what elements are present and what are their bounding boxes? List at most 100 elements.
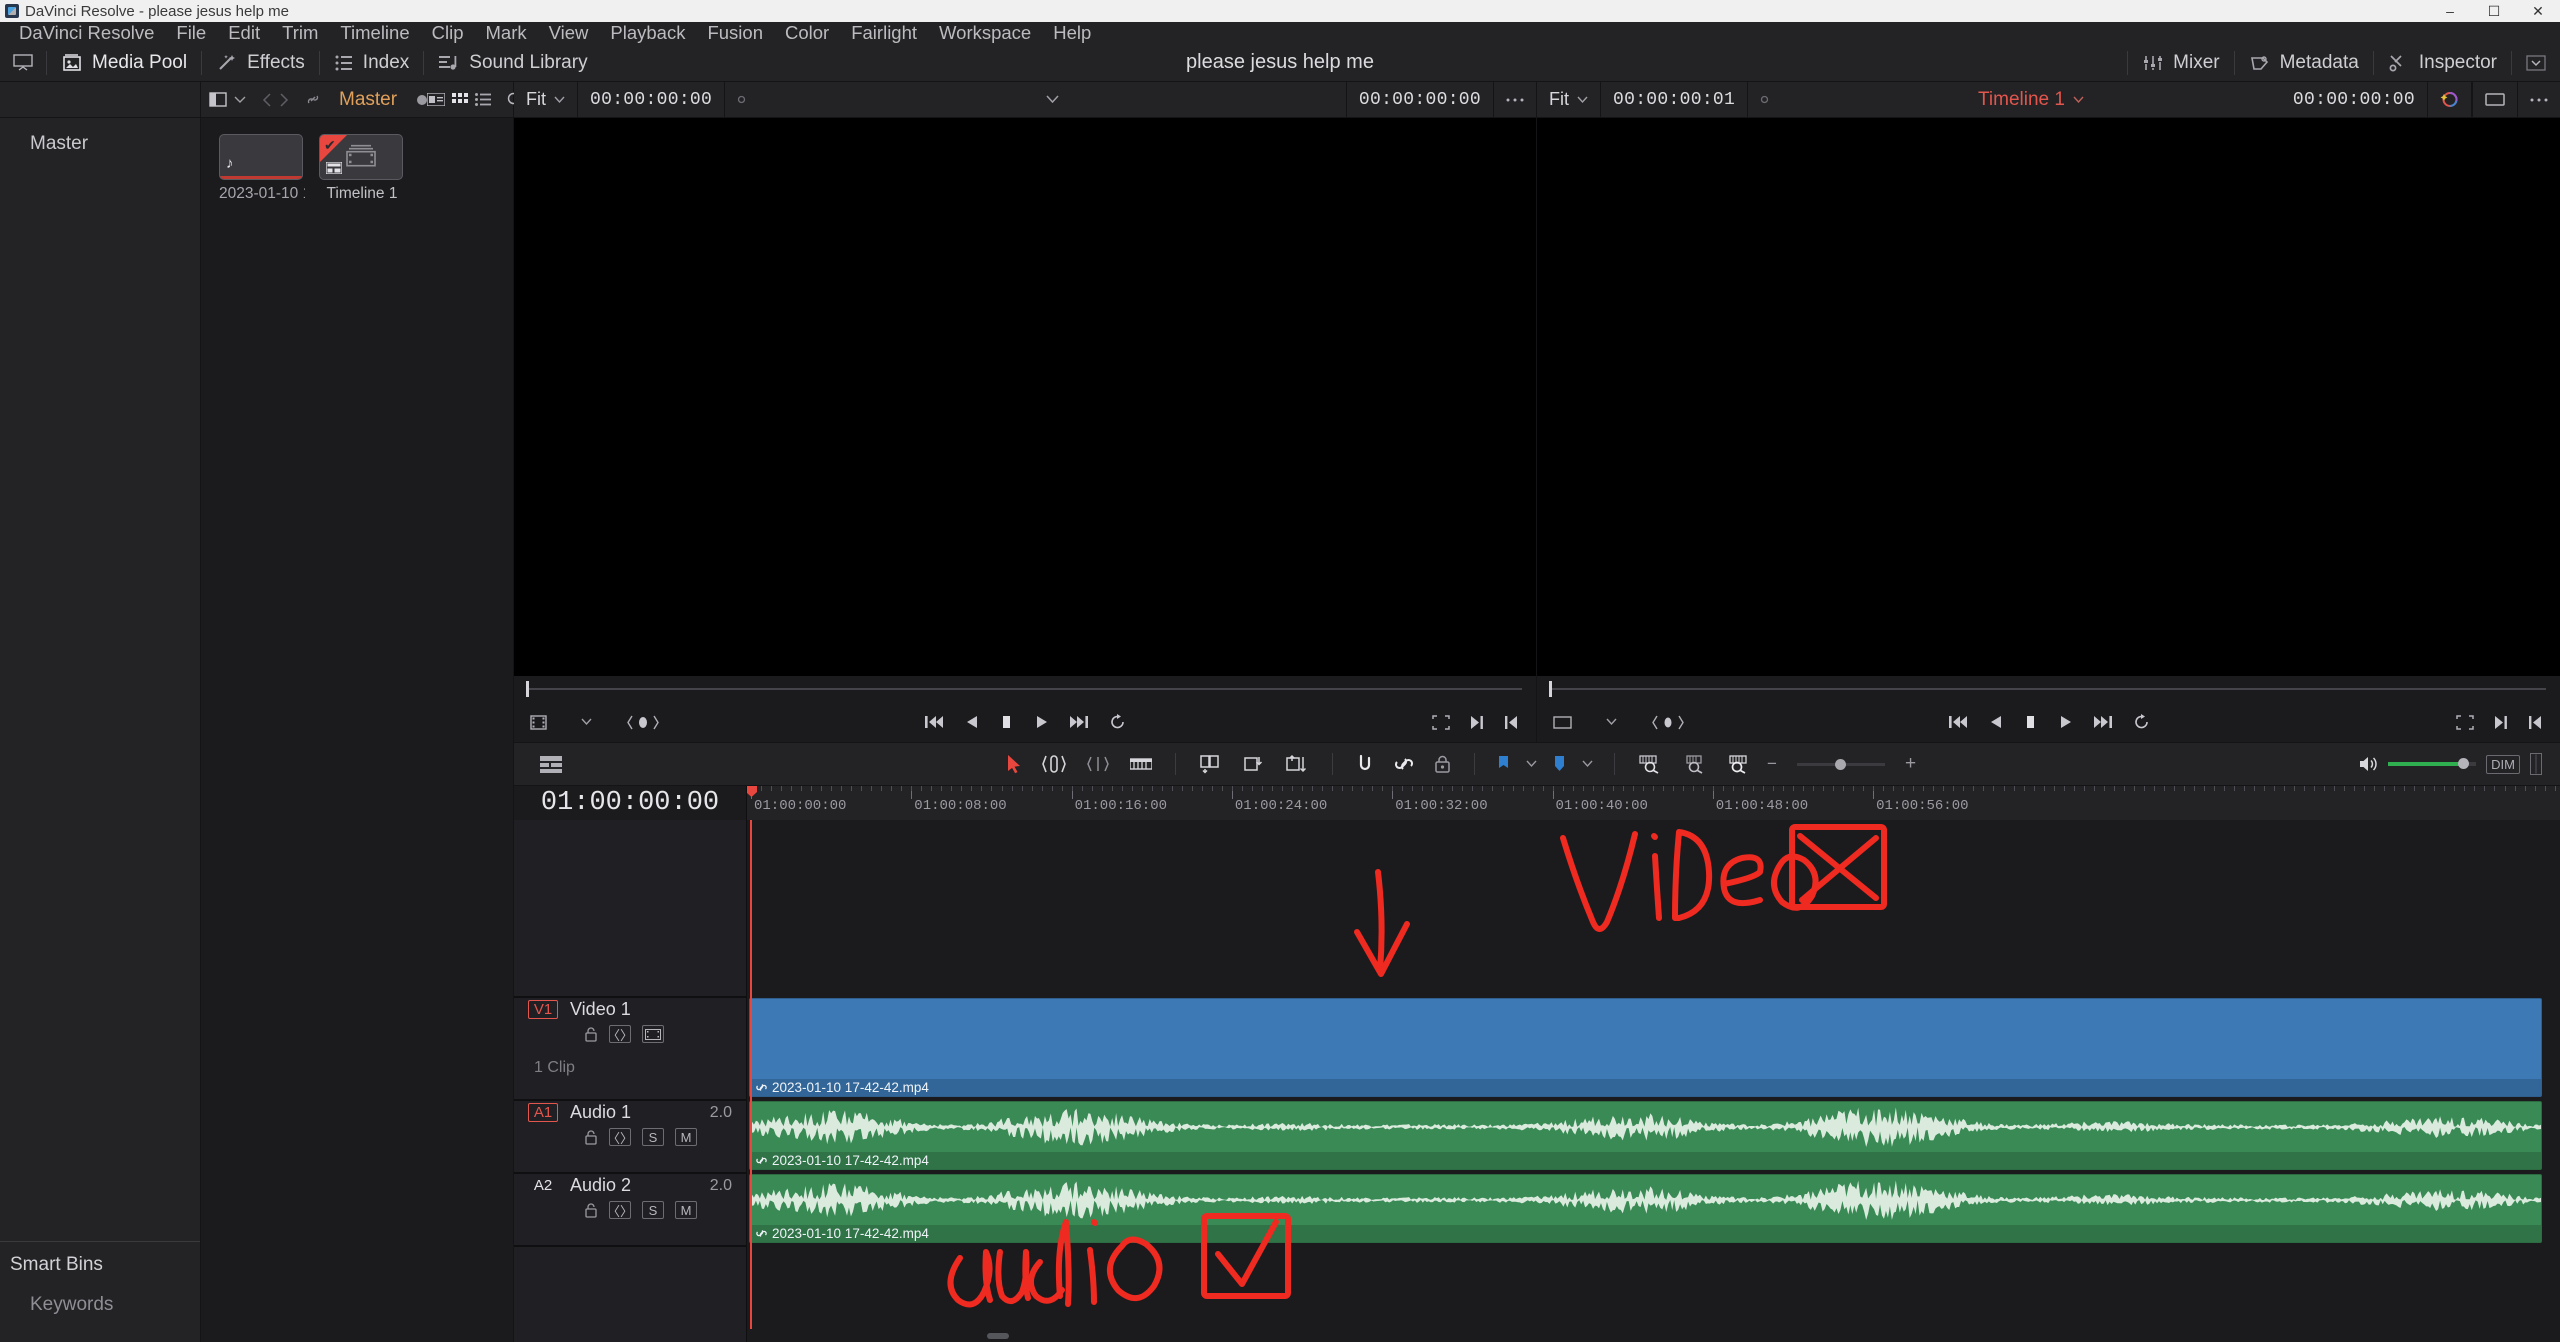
source-clip-dropdown[interactable] (1034, 82, 1071, 117)
source-timecode-out[interactable]: 00:00:00:00 (1345, 82, 1494, 117)
timeline-horizontal-scrollbar[interactable] (747, 1329, 2560, 1342)
dim-button[interactable]: DIM (2486, 754, 2520, 774)
sidebar-toggle-icon[interactable] (209, 92, 227, 107)
timeline-selector[interactable]: Timeline 1 (1966, 82, 2096, 117)
replace-clip-icon[interactable] (1278, 754, 1316, 774)
menu-item-fairlight[interactable]: Fairlight (840, 22, 928, 44)
panel-toggle-metadata[interactable]: Metadata (2235, 44, 2373, 81)
close-button[interactable]: ✕ (2516, 0, 2560, 22)
timeline-playhead[interactable] (750, 820, 752, 1342)
ruler-playhead-handle[interactable] (747, 786, 757, 797)
lock-icon[interactable] (584, 1026, 598, 1042)
track-a2-enable-badge[interactable]: A2 (528, 1176, 558, 1195)
chevron-down-icon[interactable] (1577, 760, 1598, 768)
track-a2-name[interactable]: Audio 2 (570, 1175, 631, 1196)
back-arrow-icon[interactable] (262, 92, 272, 107)
loop-icon[interactable] (1109, 714, 1126, 730)
minimize-button[interactable]: – (2428, 0, 2472, 22)
audio-volume-slider[interactable] (2388, 758, 2477, 769)
source-scrubber[interactable] (514, 676, 1536, 702)
source-fit-dropdown[interactable]: Fit (514, 82, 577, 117)
stop-icon[interactable] (999, 714, 1014, 730)
maximize-button[interactable]: ☐ (2472, 0, 2516, 22)
solo-button[interactable]: S (642, 1128, 664, 1146)
mute-button[interactable]: M (675, 1128, 697, 1146)
timeline-fit-dropdown[interactable]: Fit (1537, 82, 1600, 117)
menu-item-view[interactable]: View (538, 22, 600, 44)
timeline-viewer-more-button[interactable] (2518, 82, 2560, 117)
menu-item-help[interactable]: Help (1042, 22, 1102, 44)
menu-item-resolve[interactable]: DaVinci Resolve (8, 22, 165, 44)
menu-item-clip[interactable]: Clip (421, 22, 475, 44)
track-header-v1[interactable]: V1 Video 1 〈〉 1 Clip (514, 998, 746, 1101)
chevron-down-icon[interactable] (234, 96, 246, 104)
panel-toggle-mixer[interactable]: Mixer (2128, 44, 2233, 81)
timeline-current-timecode[interactable]: 01:00:00:00 (514, 786, 747, 820)
track-a1-name[interactable]: Audio 1 (570, 1102, 631, 1123)
track-header-a1[interactable]: A1 Audio 1 2.0 〈〉 S M (514, 1101, 746, 1174)
step-backward-icon[interactable] (964, 714, 979, 730)
source-timecode-in[interactable]: 00:00:00:00 (577, 82, 726, 117)
track-v1-enable-badge[interactable]: V1 (528, 1000, 558, 1019)
source-more-button[interactable] (1494, 82, 1536, 117)
track-a1-enable-badge[interactable]: A1 (528, 1103, 558, 1122)
panel-toggle-effects[interactable]: Effects (202, 44, 319, 81)
speaker-icon[interactable] (2358, 755, 2378, 773)
step-backward-icon[interactable] (1988, 714, 2003, 730)
jump-to-start-icon[interactable] (924, 714, 944, 730)
stop-icon[interactable] (2023, 714, 2038, 730)
timeline-viewer-canvas[interactable] (1537, 118, 2560, 676)
timeline-scrubber[interactable] (1537, 676, 2560, 702)
timeline-clip-audio1[interactable]: 2023-01-10 17-42-42.mp4 (749, 1101, 2542, 1170)
ui-layout-icon[interactable] (12, 53, 34, 73)
zoom-to-fit-icon[interactable] (1631, 754, 1669, 774)
menu-item-mark[interactable]: Mark (475, 22, 538, 44)
selection-mode-icon[interactable] (1000, 754, 1029, 774)
media-pool-item-timeline[interactable]: ✔ Timeline 1 (319, 134, 405, 203)
timeline-ruler[interactable]: 01:00:00:00 01:00:08:00 01:00:16:00 01:00:2… (747, 786, 2560, 820)
menu-item-file[interactable]: File (165, 22, 217, 44)
auto-select-icon[interactable]: 〈〉 (607, 1201, 633, 1219)
auto-select-icon[interactable]: 〈〉 (607, 1025, 633, 1043)
scrubber-playhead[interactable] (1549, 681, 1552, 697)
menu-item-trim[interactable]: Trim (271, 22, 329, 44)
trim-edit-mode-icon[interactable] (1035, 754, 1073, 774)
volume-knob[interactable] (2458, 758, 2470, 769)
loop-icon[interactable] (2133, 714, 2150, 730)
insert-clip-icon[interactable] (1192, 754, 1230, 774)
timeline-view-options-button[interactable] (514, 755, 562, 773)
menu-item-edit[interactable]: Edit (217, 22, 271, 44)
custom-zoom-icon[interactable] (1719, 754, 1757, 774)
panel-toggle-media-pool[interactable]: Media Pool (47, 44, 201, 81)
panel-toggle-index[interactable]: Index (320, 44, 423, 81)
timeline-viewer-timecode[interactable]: 00:00:00:01 (1600, 82, 1749, 117)
detail-zoom-icon[interactable] (1675, 754, 1713, 774)
marker-icon[interactable] (1548, 754, 1571, 774)
timeline-duration-timecode[interactable]: 00:00:00:00 (2281, 82, 2427, 117)
timeline-track-area[interactable]: 2023-01-10 17-42-42.mp4 2023-01-10 17-42… (747, 820, 2560, 1342)
broken-link-icon[interactable] (305, 92, 321, 107)
position-lock-icon[interactable] (1427, 754, 1458, 774)
scrubber-playhead[interactable] (526, 681, 529, 697)
menu-item-timeline[interactable]: Timeline (329, 22, 420, 44)
thumbnail-view-icon[interactable] (427, 93, 446, 106)
mute-button[interactable]: M (675, 1201, 697, 1219)
chevron-down-icon[interactable] (1521, 760, 1542, 768)
grid-view-icon[interactable] (452, 93, 469, 106)
forward-arrow-icon[interactable] (279, 92, 289, 107)
step-forward-icon[interactable] (1069, 714, 1089, 730)
jump-to-start-icon[interactable] (1948, 714, 1968, 730)
video-monitor-icon[interactable] (642, 1025, 664, 1043)
snapping-icon[interactable] (1349, 754, 1381, 774)
clip-thumbnail[interactable]: ♪ (219, 134, 303, 180)
menu-item-color[interactable]: Color (774, 22, 840, 44)
color-fx-button[interactable] (2427, 82, 2473, 117)
frame-view-button[interactable] (2472, 82, 2519, 117)
bin-item-master[interactable]: Master (0, 130, 200, 158)
step-forward-icon[interactable] (2093, 714, 2113, 730)
panel-toggle-inspector[interactable]: Inspector (2374, 44, 2511, 81)
blade-edit-mode-icon[interactable] (1123, 755, 1159, 773)
lock-icon[interactable] (584, 1202, 598, 1218)
zoom-in-button[interactable]: + (1901, 753, 1920, 775)
panel-toggle-sound-library[interactable]: Sound Library (424, 44, 601, 81)
